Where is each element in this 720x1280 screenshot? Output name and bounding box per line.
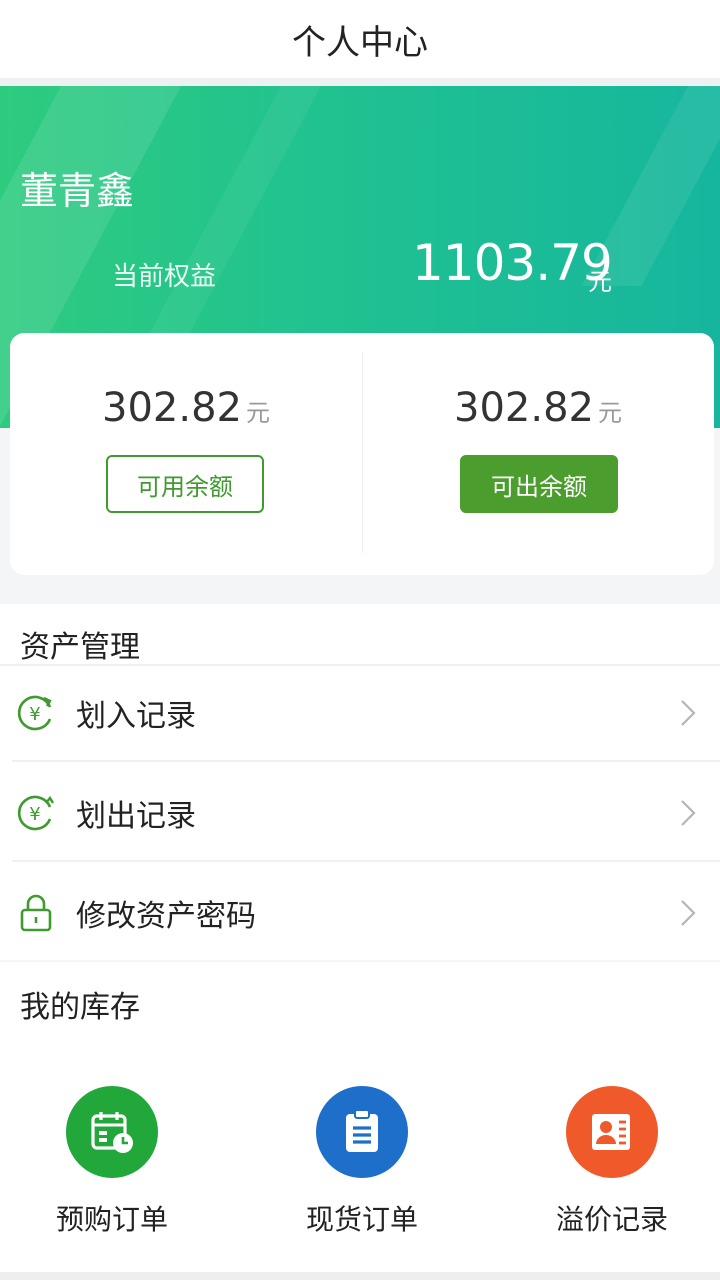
spot-orders-icon-circle — [316, 1086, 408, 1178]
divider — [12, 860, 720, 862]
chevron-right-icon — [681, 800, 696, 826]
premium-records-icon-circle — [566, 1086, 658, 1178]
row-label: 修改资产密码 — [76, 899, 256, 934]
grid-label: 溢价记录 — [555, 1203, 668, 1236]
clipboard-icon — [346, 1109, 378, 1152]
equity-label: 当前权益 — [112, 262, 217, 292]
transfer-out-icon: ¥ — [17, 795, 55, 831]
available-unit: 元 — [245, 399, 270, 427]
lock-icon — [20, 894, 52, 932]
chevron-right-icon — [681, 700, 696, 726]
header-divider — [0, 78, 720, 86]
spot-orders-button[interactable]: 现货订单 — [272, 1086, 452, 1238]
balance-card: 302.82 元 可用余额 302.82 元 可出余额 — [10, 333, 714, 575]
grid-label: 预购订单 — [55, 1203, 168, 1236]
withdrawable-amount: 302.82 — [454, 385, 594, 431]
top-bar: 个人中心 — [0, 0, 720, 78]
row-label: 划入记录 — [76, 699, 196, 734]
contact-card-icon — [592, 1114, 630, 1150]
preorder-icon-circle — [66, 1086, 158, 1178]
inventory-section: 我的库存 预购订单 现货订单 溢价记录 — [0, 962, 720, 1272]
bottom-divider — [0, 1272, 720, 1280]
withdrawable-balance: 302.82 元 — [362, 385, 714, 431]
available-balance: 302.82 元 — [10, 385, 362, 431]
withdrawable-balance-button[interactable]: 可出余额 — [460, 455, 618, 513]
user-name: 董青鑫 — [20, 169, 135, 213]
svg-text:¥: ¥ — [29, 704, 40, 725]
calendar-clock-icon — [91, 1112, 133, 1153]
section-title: 我的库存 — [20, 990, 140, 1025]
withdrawable-unit: 元 — [597, 399, 622, 427]
row-label: 划出记录 — [76, 799, 196, 834]
available-amount: 302.82 — [102, 385, 242, 431]
grid-label: 现货订单 — [305, 1203, 418, 1236]
change-asset-password-row[interactable]: 修改资产密码 — [0, 866, 720, 960]
asset-management-section: 资产管理 ¥ 划入记录 ¥ 划出记录 修改资产密码 — [0, 604, 720, 960]
transfer-out-row[interactable]: ¥ 划出记录 — [0, 766, 720, 860]
transfer-in-icon: ¥ — [17, 695, 52, 731]
chevron-right-icon — [681, 900, 696, 926]
divider — [12, 760, 720, 762]
section-title: 资产管理 — [20, 630, 140, 665]
available-balance-button[interactable]: 可用余额 — [106, 455, 264, 513]
transfer-in-row[interactable]: ¥ 划入记录 — [0, 666, 720, 760]
equity-unit: 元 — [588, 268, 612, 296]
preorder-orders-button[interactable]: 预购订单 — [22, 1086, 202, 1238]
balance-divider — [362, 353, 363, 553]
premium-records-button[interactable]: 溢价记录 — [522, 1086, 702, 1238]
equity-value: 1103.79 — [412, 234, 613, 292]
svg-text:¥: ¥ — [29, 804, 40, 825]
page-title: 个人中心 — [292, 22, 428, 63]
